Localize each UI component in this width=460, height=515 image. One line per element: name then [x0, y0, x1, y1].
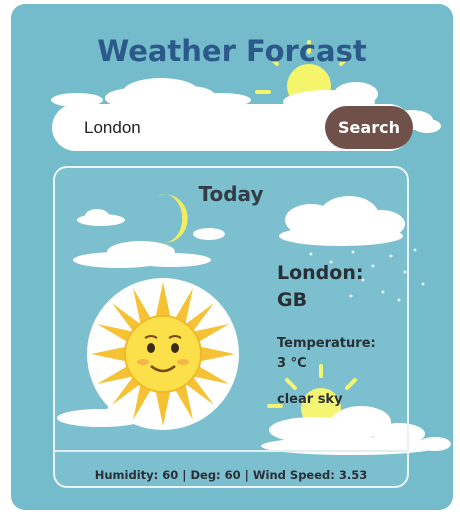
smiling-sun-icon — [87, 278, 239, 430]
weather-app: Weather Forcast Search Today — [11, 4, 453, 510]
search-bar: Search — [52, 104, 413, 151]
app-title: Weather Forcast — [97, 34, 367, 68]
weather-card: Today London: GB Temperature: 3 °C clear… — [53, 166, 409, 488]
city-name: London: GB — [277, 262, 364, 311]
card-divider — [55, 450, 407, 452]
weather-details: Humidity: 60 | Deg: 60 | Wind Speed: 3.5… — [94, 468, 368, 482]
temperature-label: Temperature: — [277, 336, 376, 351]
card-heading: Today — [198, 182, 264, 206]
temperature-value: 3 °C — [277, 356, 307, 371]
weather-condition: clear sky — [277, 392, 343, 407]
search-button[interactable]: Search — [325, 106, 413, 149]
search-input[interactable] — [82, 114, 316, 142]
